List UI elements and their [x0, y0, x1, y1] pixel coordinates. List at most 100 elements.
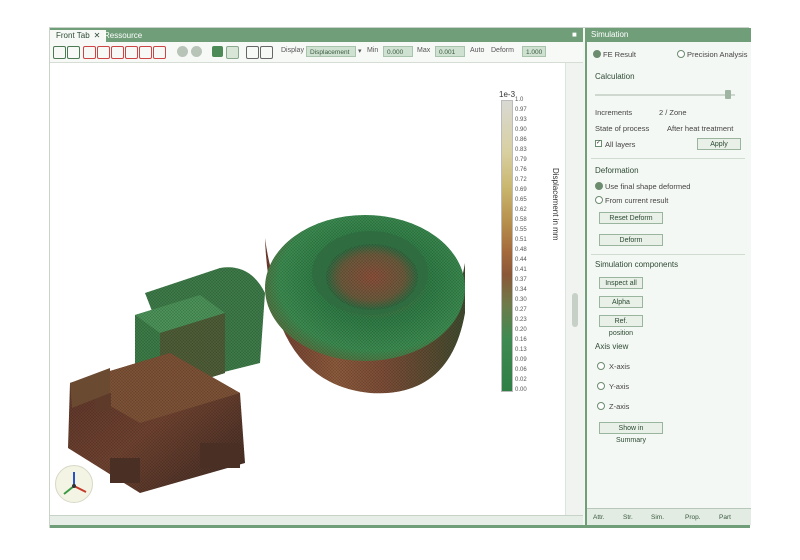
pin-icon[interactable]: ■ [572, 30, 577, 39]
fe-result-radio[interactable] [593, 50, 601, 58]
colorbar-tick: 0.55 [515, 227, 527, 233]
panel-title: Simulation [587, 28, 751, 42]
chevron-down-icon[interactable]: ▾ [358, 47, 362, 55]
tab-sim[interactable]: Sim. [649, 512, 666, 523]
show-summary-button[interactable]: Show in Summary [599, 422, 663, 444]
alpha-button[interactable]: Alpha [599, 296, 643, 308]
calculation-slider[interactable] [595, 94, 735, 96]
colorbar-tick: 0.44 [515, 257, 527, 263]
ref-position-button[interactable]: Ref. position [599, 315, 643, 337]
colorbar-tick: 0.76 [515, 167, 527, 173]
colorbar-tick: 0.90 [515, 127, 527, 133]
colorbar-tick: 0.93 [515, 117, 527, 123]
colorbar-tick: 0.58 [515, 217, 527, 223]
view-back-icon[interactable] [97, 46, 110, 59]
colorbar-tick: 0.09 [515, 357, 527, 363]
max-label: Max [417, 47, 431, 54]
rotate-icon[interactable] [53, 46, 66, 59]
colorbar-tick: 0.02 [515, 377, 527, 383]
simulation-panel: Simulation FE Result Precision Analysis … [585, 28, 751, 525]
apply-button[interactable]: Apply [697, 138, 741, 150]
colorbar-tick: 0.13 [515, 347, 527, 353]
view-top-icon[interactable] [139, 46, 152, 59]
auto-label[interactable]: Auto [470, 47, 484, 54]
x-axis-radio[interactable] [597, 362, 605, 370]
axis-gizmo[interactable] [55, 465, 93, 503]
max-input[interactable]: 0.001 [435, 46, 465, 57]
document-tab-bar: Front Tab ✕ Ressource ■ [50, 28, 583, 42]
all-layers-label: All layers [605, 140, 636, 149]
state-value: After heat treatment [667, 124, 734, 133]
deform-button[interactable]: Deform [599, 234, 663, 246]
colorbar-tick: 0.37 [515, 277, 527, 283]
viewport-scrollbar[interactable] [565, 63, 584, 515]
view-toolbar: Display Displacement ▾ Min 0.000 Max 0.0… [50, 42, 583, 63]
colorbar-tick: 0.86 [515, 137, 527, 143]
pan-icon[interactable] [67, 46, 80, 59]
colorbar-tick: 0.00 [515, 387, 527, 393]
colorbar-tick: 0.16 [515, 337, 527, 343]
scrollbar-thumb[interactable] [572, 293, 578, 327]
deformed-part-model [68, 215, 465, 493]
y-axis-label: Y-axis [609, 382, 630, 391]
colorbar-tick: 0.97 [515, 107, 527, 113]
z-axis-label: Z-axis [609, 402, 630, 411]
calculation-label: Calculation [595, 72, 635, 81]
tab-ressource-label: Ressource [104, 31, 143, 40]
colorbar-tick: 0.62 [515, 207, 527, 213]
grid-icon[interactable] [246, 46, 259, 59]
view-iso-icon[interactable] [153, 46, 166, 59]
zoom-in-icon[interactable] [177, 46, 188, 57]
tab-prop[interactable]: Prop. [683, 512, 703, 523]
tab-ressource[interactable]: Ressource [98, 30, 148, 42]
precision-analysis-radio[interactable] [677, 50, 685, 58]
fe-result-label: FE Result [603, 50, 636, 59]
y-axis-radio[interactable] [597, 382, 605, 390]
calculation-slider-handle[interactable] [725, 90, 731, 99]
x-axis-label: X-axis [609, 362, 630, 371]
fit-icon[interactable] [260, 46, 273, 59]
display-select[interactable]: Displacement [306, 46, 356, 57]
colorbar-tick: 0.27 [515, 307, 527, 313]
3d-viewport[interactable] [50, 63, 565, 515]
all-layers-checkbox[interactable]: ✓ [595, 140, 602, 147]
min-input[interactable]: 0.000 [383, 46, 413, 57]
colorbar-tick: 0.65 [515, 197, 527, 203]
sim-components-header: Simulation components [595, 260, 679, 269]
divider [591, 254, 745, 255]
use-final-radio[interactable] [595, 182, 603, 190]
colorbar-tick: 0.41 [515, 267, 527, 273]
z-axis-radio[interactable] [597, 402, 605, 410]
display-label: Display [281, 47, 304, 54]
zoom-out-icon[interactable] [191, 46, 202, 57]
increments-label: Increments [595, 108, 633, 117]
mesh-icon[interactable] [226, 46, 239, 59]
view-right-icon[interactable] [125, 46, 138, 59]
panel-bottom-tabs: Attr. Str. Sim. Prop. Part [587, 508, 751, 525]
colorbar [501, 100, 513, 392]
deform-input[interactable]: 1.000 [522, 46, 546, 57]
view-front-icon[interactable] [83, 46, 96, 59]
app-window: Front Tab ✕ Ressource ■ Display Displacem… [49, 27, 751, 528]
from-result-radio[interactable] [595, 196, 603, 204]
colorbar-tick: 0.06 [515, 367, 527, 373]
view-left-icon[interactable] [111, 46, 124, 59]
use-final-label: Use final shape deformed [605, 182, 691, 191]
colorbar-tick: 0.51 [515, 237, 527, 243]
shaded-icon[interactable] [212, 46, 223, 57]
colorbar-tick: 0.48 [515, 247, 527, 253]
inspect-all-button[interactable]: Inspect all [599, 277, 643, 289]
deform-label: Deform [491, 47, 514, 54]
tab-attr[interactable]: Attr. [591, 512, 607, 523]
colorbar-tick: 0.79 [515, 157, 527, 163]
reset-deform-button[interactable]: Reset Deform [599, 212, 663, 224]
precision-analysis-label: Precision Analysis [687, 50, 748, 59]
colorbar-tick: 0.69 [515, 187, 527, 193]
colorbar-tick: 1.0 [515, 97, 524, 103]
tab-front-label: Front Tab [56, 31, 90, 40]
colorbar-tick: 0.30 [515, 297, 527, 303]
colorbar-tick: 0.23 [515, 317, 527, 323]
colorbar-tick: 0.83 [515, 147, 527, 153]
tab-part[interactable]: Part [717, 512, 733, 523]
tab-str[interactable]: Str. [621, 512, 635, 523]
